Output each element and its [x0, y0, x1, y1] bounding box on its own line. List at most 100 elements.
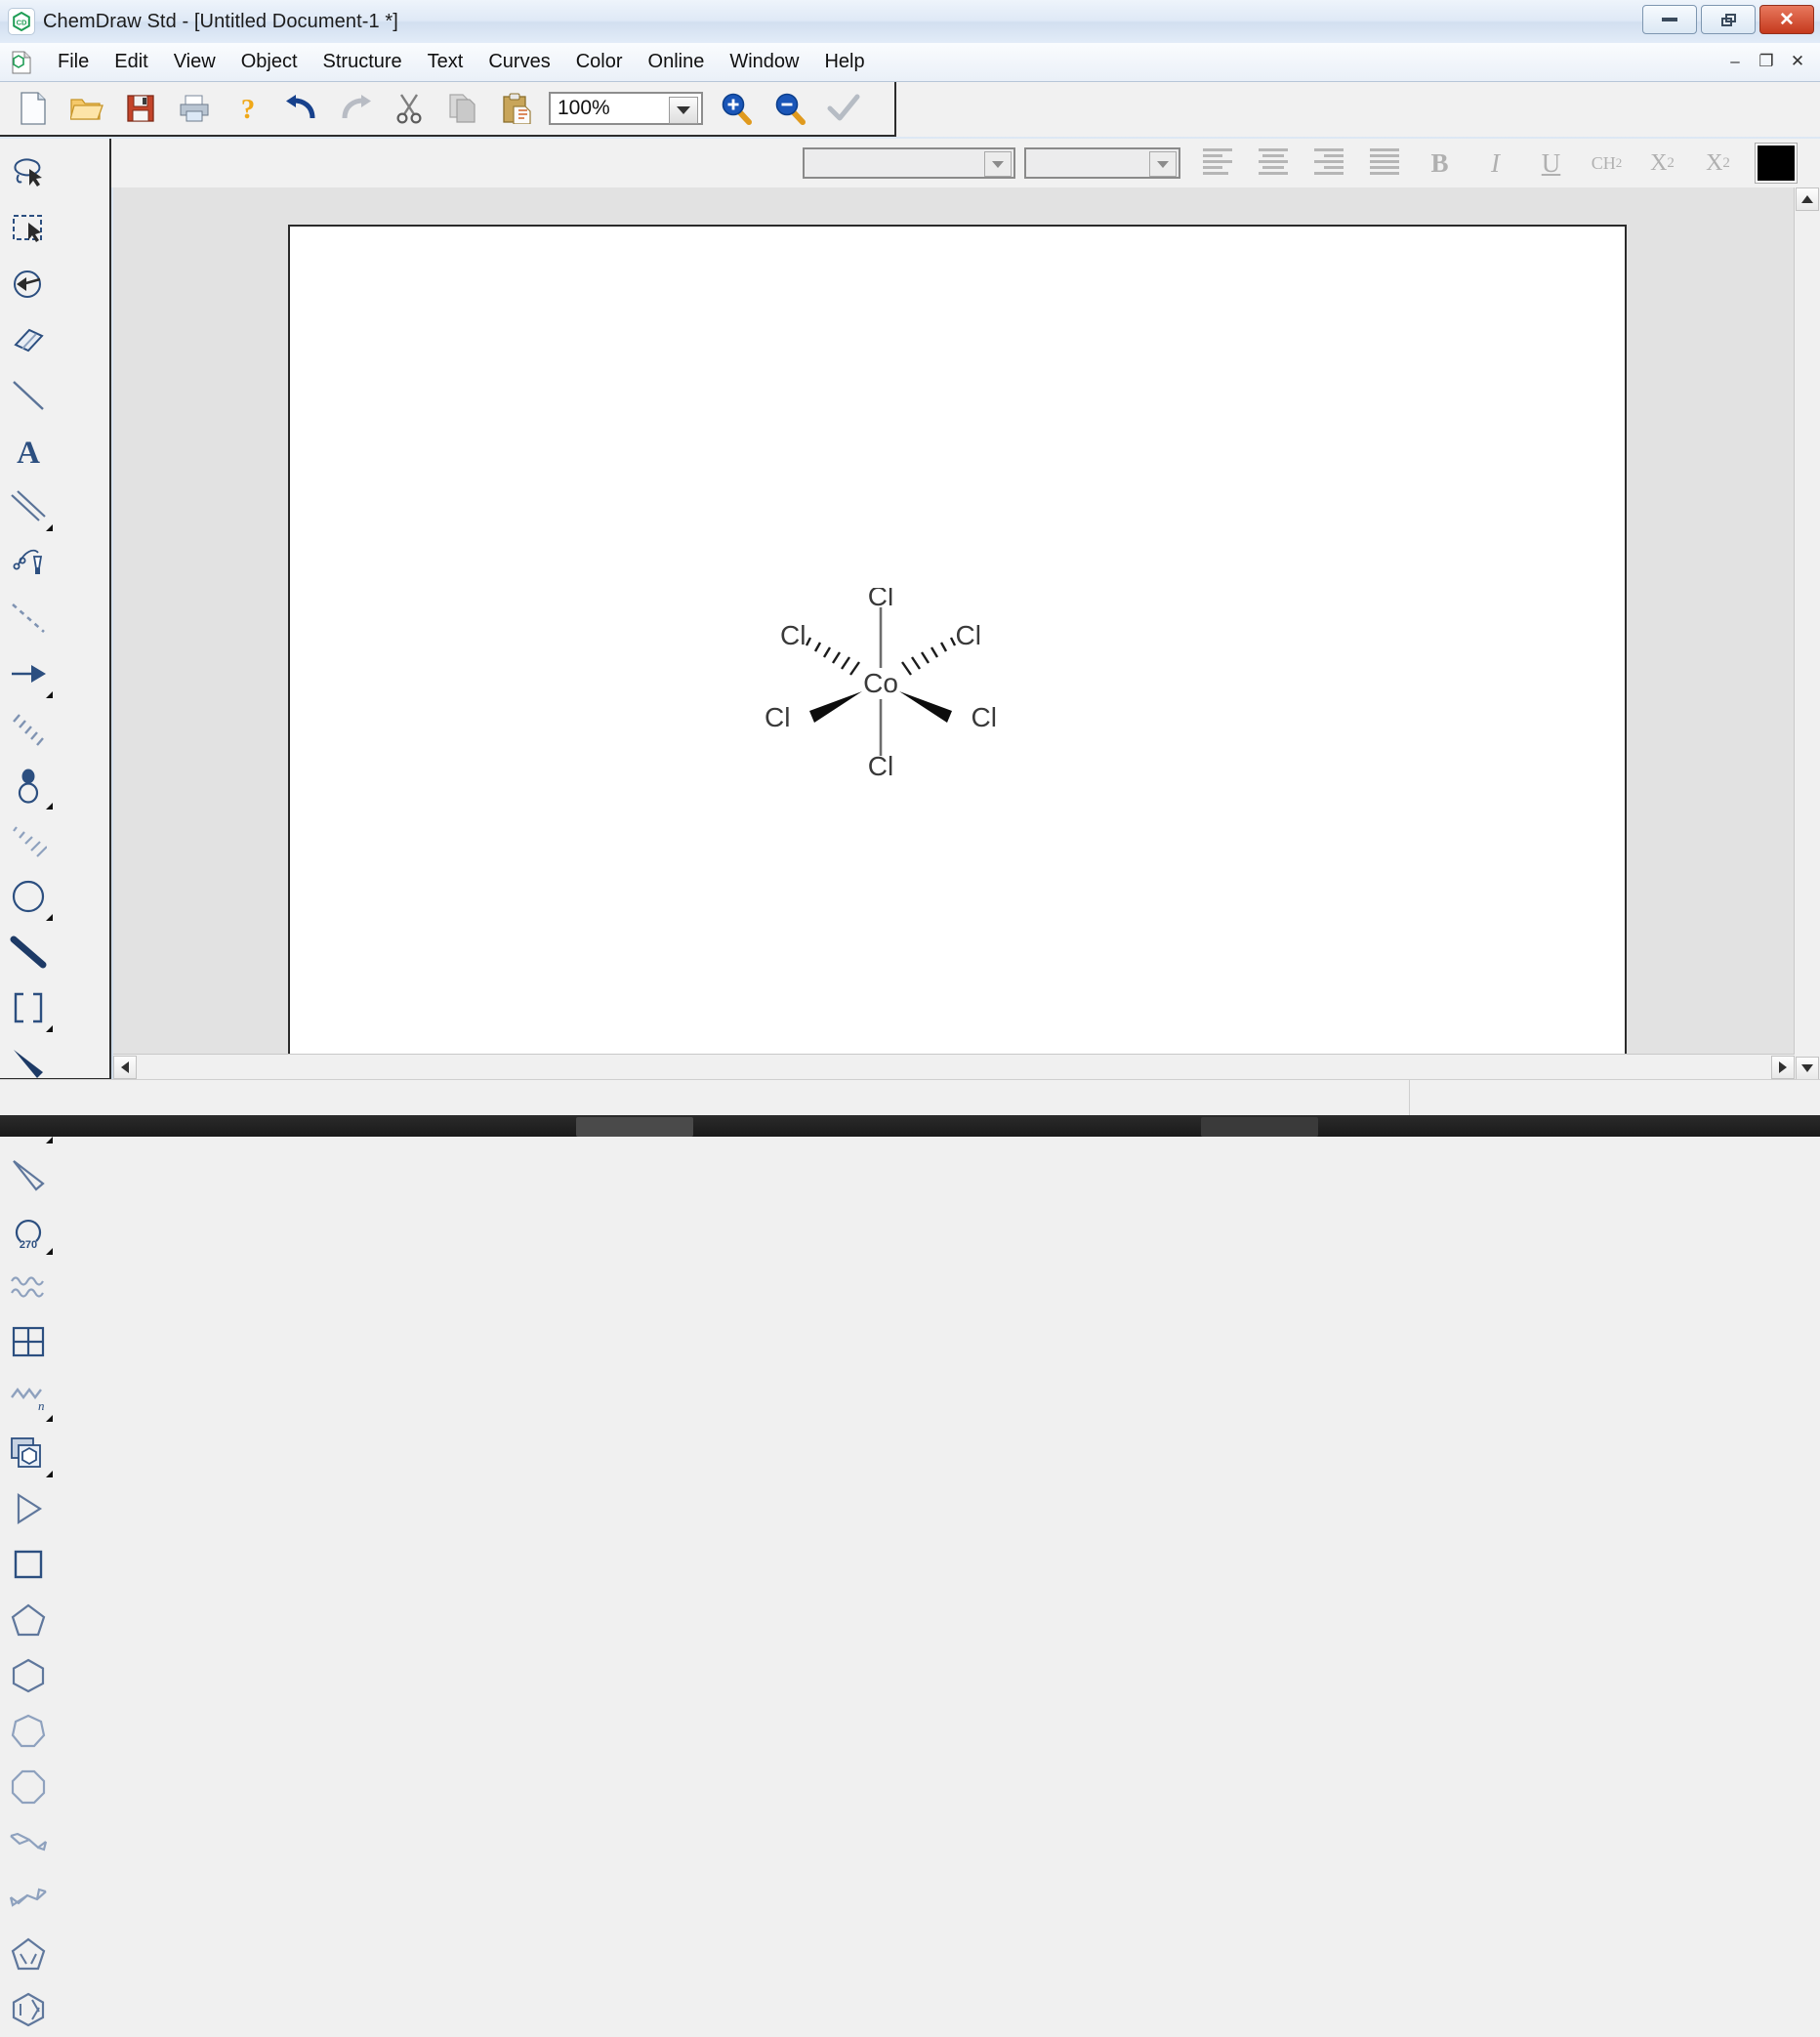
wavy-bond-tool[interactable]	[0, 1258, 56, 1313]
align-justify-button[interactable]	[1356, 143, 1412, 184]
menu-help[interactable]: Help	[811, 48, 877, 76]
marquee-icon	[12, 214, 42, 242]
eraser-tool[interactable]	[0, 312, 56, 367]
mdi-restore-button[interactable]: ❐	[1752, 49, 1781, 74]
cut-button[interactable]	[382, 83, 435, 134]
horizontal-scrollbar[interactable]	[113, 1054, 1795, 1080]
canvas-area[interactable]: Co Cl Cl Cl Cl Cl Cl	[113, 187, 1820, 1080]
document-page[interactable]: Co Cl Cl Cl Cl Cl Cl	[288, 225, 1627, 1068]
submenu-indicator[interactable]	[46, 691, 53, 698]
menu-object[interactable]: Object	[228, 48, 310, 76]
close-button[interactable]: ✕	[1759, 5, 1814, 34]
undo-button[interactable]	[274, 83, 328, 134]
submenu-indicator[interactable]	[46, 803, 53, 810]
paste-button[interactable]	[489, 83, 543, 134]
submenu-indicator[interactable]	[46, 1137, 53, 1143]
scroll-right-button[interactable]	[1771, 1056, 1795, 1079]
menu-color[interactable]: Color	[563, 48, 636, 76]
menu-edit[interactable]: Edit	[102, 48, 160, 76]
submenu-indicator[interactable]	[46, 1025, 53, 1032]
align-center-button[interactable]	[1245, 143, 1301, 184]
menu-structure[interactable]: Structure	[310, 48, 415, 76]
text-color-swatch[interactable]	[1755, 143, 1798, 184]
formula-button[interactable]: CH 2	[1579, 143, 1634, 184]
pen-tool[interactable]	[0, 534, 56, 590]
open-document-button[interactable]	[60, 83, 113, 134]
drawing-rectangle-tool[interactable]	[0, 1536, 56, 1592]
submenu-indicator[interactable]	[46, 1415, 53, 1422]
cyclooctane-tool[interactable]	[0, 1759, 56, 1814]
scroll-left-button[interactable]	[113, 1056, 137, 1079]
cyclopentane-tool[interactable]	[0, 1592, 56, 1647]
solid-bond-tool[interactable]	[0, 367, 56, 423]
arrow-tool[interactable]	[0, 645, 56, 701]
eraser-rotate-tool[interactable]	[0, 256, 56, 312]
italic-button[interactable]: I	[1468, 143, 1523, 184]
align-left-button[interactable]	[1189, 143, 1245, 184]
benzene-tool[interactable]	[0, 1981, 56, 2037]
hashed-bond-tool[interactable]	[0, 701, 56, 757]
submenu-indicator[interactable]	[46, 914, 53, 921]
arc-tool[interactable]: 270	[0, 1202, 56, 1258]
apply-button[interactable]	[816, 83, 870, 134]
restore-button[interactable]	[1701, 5, 1756, 34]
underline-button[interactable]: U	[1523, 143, 1579, 184]
minimize-button[interactable]	[1642, 5, 1697, 34]
submenu-indicator[interactable]	[46, 1471, 53, 1477]
drawing-ellipse-tool[interactable]	[0, 868, 56, 924]
taskbar-item[interactable]	[576, 1117, 693, 1137]
chevron-down-icon[interactable]	[984, 151, 1012, 177]
zoom-level-select[interactable]: 100%	[549, 92, 703, 125]
superscript-button[interactable]: X2	[1690, 143, 1746, 184]
marquee-select-tool[interactable]	[0, 200, 56, 256]
scroll-up-button[interactable]	[1796, 187, 1819, 211]
help-button[interactable]: ?	[221, 83, 274, 134]
orbital-tool[interactable]	[0, 757, 56, 812]
chain-tool[interactable]: n	[0, 1369, 56, 1425]
chevron-down-icon[interactable]	[669, 97, 698, 124]
menu-online[interactable]: Online	[636, 48, 718, 76]
text-tool[interactable]: A	[0, 423, 56, 478]
zoom-in-button[interactable]	[709, 83, 763, 134]
table-tool[interactable]	[0, 1313, 56, 1369]
vertical-scrollbar[interactable]	[1794, 187, 1820, 1080]
cyclopentadiene-tool[interactable]	[0, 1926, 56, 1981]
mdi-minimize-button[interactable]: –	[1720, 49, 1750, 74]
submenu-indicator[interactable]	[46, 524, 53, 531]
scroll-down-button[interactable]	[1796, 1057, 1819, 1080]
redo-button[interactable]	[328, 83, 382, 134]
font-name-select[interactable]	[803, 147, 1015, 179]
cycloheptane-tool[interactable]	[0, 1703, 56, 1759]
hollow-wedge-tool[interactable]	[0, 1146, 56, 1202]
new-document-button[interactable]	[6, 83, 60, 134]
submenu-indicator[interactable]	[46, 1248, 53, 1255]
subscript-button[interactable]: X2	[1634, 143, 1690, 184]
menu-window[interactable]: Window	[717, 48, 811, 76]
cyclohexane-tool[interactable]	[0, 1647, 56, 1703]
save-document-button[interactable]	[113, 83, 167, 134]
bold-bond-tool[interactable]	[0, 924, 56, 979]
lasso-select-tool[interactable]	[0, 145, 56, 200]
molecule-structure[interactable]: Co Cl Cl Cl Cl Cl Cl	[759, 581, 1003, 783]
menu-view[interactable]: View	[161, 48, 228, 76]
copy-button[interactable]	[435, 83, 489, 134]
template-tool[interactable]	[0, 1425, 56, 1480]
multiple-bond-tool[interactable]	[0, 478, 56, 534]
drawing-polygon-tool[interactable]	[0, 1480, 56, 1536]
bracket-tool[interactable]	[0, 979, 56, 1035]
menu-text[interactable]: Text	[415, 48, 476, 76]
chevron-down-icon[interactable]	[1149, 151, 1177, 177]
zoom-out-button[interactable]	[763, 83, 816, 134]
hashed-wedge-tool[interactable]	[0, 812, 56, 868]
align-right-button[interactable]	[1301, 143, 1356, 184]
bold-button[interactable]: B	[1412, 143, 1468, 184]
print-document-button[interactable]	[167, 83, 221, 134]
taskbar-item[interactable]	[1201, 1117, 1318, 1137]
mdi-close-button[interactable]: ✕	[1783, 49, 1812, 74]
chair-right-tool[interactable]	[0, 1870, 56, 1926]
dashed-bond-tool[interactable]	[0, 590, 56, 645]
menu-file[interactable]: File	[45, 48, 102, 76]
font-size-select[interactable]	[1024, 147, 1180, 179]
chair-left-tool[interactable]	[0, 1814, 56, 1870]
menu-curves[interactable]: Curves	[476, 48, 562, 76]
